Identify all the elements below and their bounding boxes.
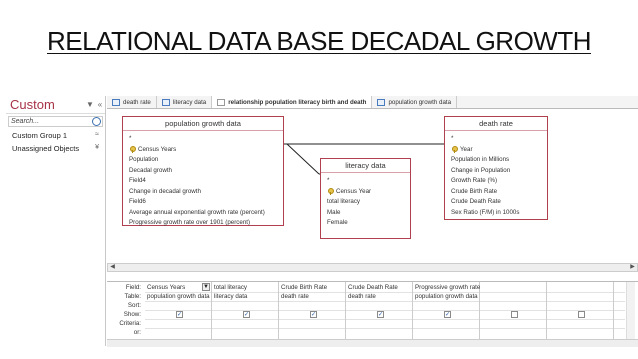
table-icon	[112, 98, 120, 106]
row-label-criteria: Criteria:	[119, 320, 141, 327]
grid-column[interactable]: Crude Birth Rate death rate ✓	[279, 282, 346, 340]
show-checkbox[interactable]: ✓	[176, 311, 183, 318]
scroll-right-icon[interactable]: ▶	[628, 264, 637, 271]
row-label-table: Table:	[124, 293, 141, 300]
search-icon[interactable]	[92, 117, 101, 126]
chevron-up-icon[interactable]: ≈	[95, 131, 99, 140]
table-icon	[377, 98, 386, 106]
field-all[interactable]: *	[327, 176, 404, 187]
row-label-field: Field:	[125, 284, 141, 291]
field[interactable]: Crude Death Rate	[451, 197, 541, 208]
key-icon	[327, 188, 334, 196]
field[interactable]: Change in decadal growth	[129, 187, 277, 198]
nav-group-unassigned-objects[interactable]: Unassigned Objects ¥	[6, 142, 105, 155]
key-icon	[451, 146, 458, 154]
field[interactable]: Average annual exponential growth rate (…	[129, 208, 277, 219]
grid-field-cell[interactable]: Crude Death Rate	[348, 284, 398, 291]
grid-column[interactable]: Census Years ▼ population growth data ✓	[145, 282, 212, 340]
field-all[interactable]: *	[451, 134, 541, 145]
table-icon	[161, 98, 170, 106]
scroll-left-icon[interactable]: ◀	[108, 264, 117, 271]
navigation-pane: Custom ▼ « Search... Custom Group 1 ≈ Un…	[6, 96, 106, 346]
field[interactable]: Crude Birth Rate	[451, 187, 541, 198]
table-title: population growth data	[123, 117, 283, 131]
field[interactable]: Population	[129, 155, 277, 166]
grid-column[interactable]: total literacy literacy data ✓	[212, 282, 279, 340]
show-checkbox[interactable]: ✓	[377, 311, 384, 318]
show-checkbox[interactable]	[578, 311, 585, 318]
field[interactable]: Sex Ratio (F/M) in 1000s	[451, 208, 541, 219]
field-all[interactable]: *	[129, 134, 277, 145]
field-primary-key[interactable]: Census Years	[129, 145, 277, 156]
table-population-growth-data[interactable]: population growth data * Census Years Po…	[122, 116, 284, 226]
grid-table-cell[interactable]: population growth data	[415, 293, 478, 300]
field[interactable]: Female	[327, 218, 404, 229]
row-label-sort: Sort:	[127, 302, 141, 309]
grid-column[interactable]	[547, 282, 614, 340]
table-death-rate[interactable]: death rate * Year Population in Millions…	[444, 116, 548, 220]
search-input[interactable]: Search...	[11, 118, 92, 125]
field[interactable]: Field4	[129, 176, 277, 187]
slide-title: RELATIONAL DATA BASE DECADAL GROWTH	[46, 26, 592, 56]
query-design-grid: Field: Table: Sort: Show: Criteria: or: …	[107, 281, 638, 347]
field[interactable]: Change in Population	[451, 166, 541, 177]
grid-table-cell[interactable]: death rate	[281, 293, 309, 300]
field[interactable]: Progressive growth rate over 1901 (perce…	[129, 218, 277, 229]
show-checkbox[interactable]: ✓	[444, 311, 451, 318]
nav-title[interactable]: Custom	[6, 97, 85, 112]
table-literacy-data[interactable]: literacy data * Census Year total litera…	[320, 158, 411, 239]
field[interactable]: Population in Millions	[451, 155, 541, 166]
field[interactable]: Growth Rate (%)	[451, 176, 541, 187]
field[interactable]: Male	[327, 208, 404, 219]
nav-group-label: Unassigned Objects	[12, 144, 80, 153]
grid-horizontal-scrollbar[interactable]	[107, 339, 638, 347]
table-title: death rate	[445, 117, 547, 131]
grid-column[interactable]	[480, 282, 547, 340]
show-checkbox[interactable]: ✓	[243, 311, 250, 318]
dropdown-arrow-icon[interactable]: ▼	[202, 283, 210, 291]
grid-column[interactable]: Progressive growth rate population growt…	[413, 282, 480, 340]
collapse-pane-icon[interactable]: «	[95, 100, 105, 109]
tab-population-growth-data[interactable]: population growth data	[372, 96, 458, 108]
grid-column[interactable]: Crude Death Rate death rate ✓	[346, 282, 413, 340]
nav-menu-icon[interactable]: ▼	[85, 100, 95, 109]
grid-field-cell[interactable]: Crude Birth Rate	[281, 284, 327, 291]
grid-table-cell[interactable]: death rate	[348, 293, 376, 300]
tab-relationship[interactable]: relationship population literacy birth a…	[212, 96, 373, 108]
field[interactable]: Decadal growth	[129, 166, 277, 177]
tab-death-rate[interactable]: death rate	[107, 96, 157, 108]
search-box[interactable]: Search...	[8, 116, 103, 127]
field[interactable]: Field6	[129, 197, 277, 208]
show-checkbox[interactable]: ✓	[310, 311, 317, 318]
grid-table-cell[interactable]: literacy data	[214, 293, 247, 300]
field-primary-key[interactable]: Census Year	[327, 187, 404, 198]
grid-vertical-scrollbar[interactable]	[626, 282, 635, 340]
grid-field-cell[interactable]: Progressive growth rate	[415, 284, 480, 291]
grid-field-cell[interactable]: Census Years	[147, 284, 185, 291]
document-tabs: death rate literacy data relationship po…	[107, 96, 638, 109]
grid-field-cell[interactable]: total literacy	[214, 284, 247, 291]
key-icon	[129, 146, 136, 154]
query-design-surface: population growth data * Census Years Po…	[107, 110, 638, 262]
nav-header: Custom ▼ «	[6, 96, 105, 114]
grid-table-cell[interactable]: population growth data	[147, 293, 210, 300]
table-title: literacy data	[321, 159, 410, 173]
nav-group-custom-group-1[interactable]: Custom Group 1 ≈	[6, 129, 105, 142]
row-label-show: Show:	[123, 311, 141, 318]
nav-group-label: Custom Group 1	[12, 131, 68, 140]
show-checkbox[interactable]	[511, 311, 518, 318]
field-primary-key[interactable]: Year	[451, 145, 541, 156]
design-horizontal-scrollbar[interactable]: ◀ ▶	[107, 263, 638, 272]
chevron-down-icon[interactable]: ¥	[95, 144, 99, 153]
relationship-icon	[217, 98, 226, 106]
field[interactable]: total literacy	[327, 197, 404, 208]
tab-literacy-data[interactable]: literacy data	[157, 96, 213, 108]
row-label-or: or:	[133, 329, 141, 336]
